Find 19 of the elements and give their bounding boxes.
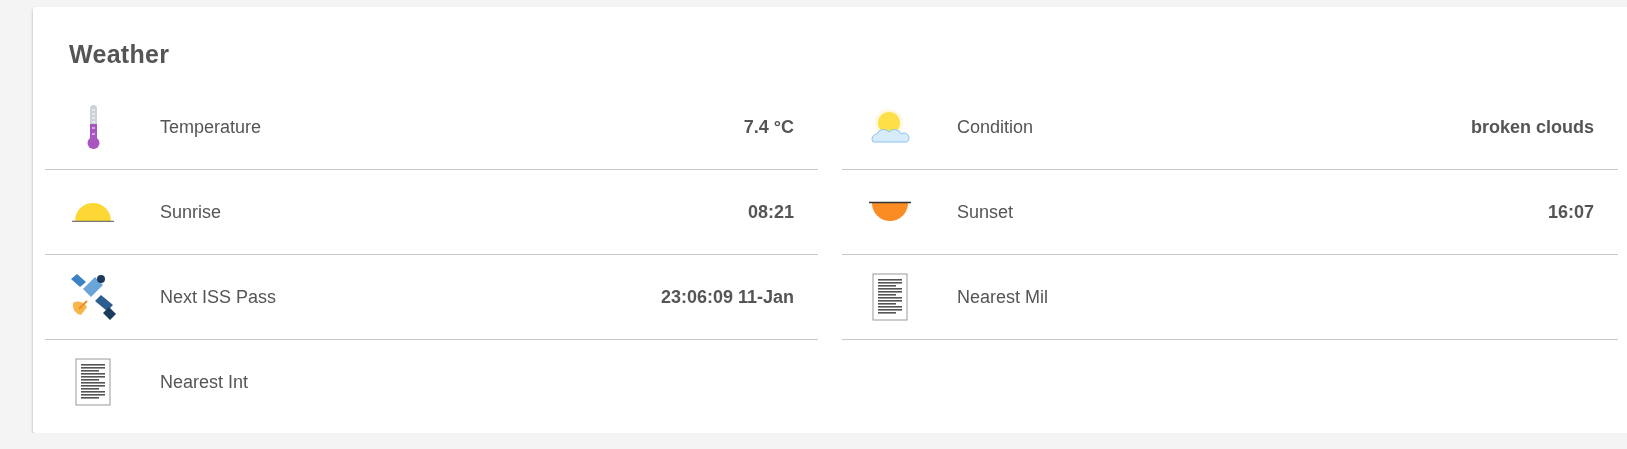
sunset-icon <box>868 201 912 223</box>
item-value: 23:06:09 11-Jan <box>660 286 794 308</box>
item-label: Nearest Int <box>160 371 250 393</box>
item-value: 7.4 °C <box>743 116 794 138</box>
item-label: Sunrise <box>160 201 223 223</box>
satellite-icon <box>69 273 117 321</box>
item-label: Nearest Mil <box>957 286 1050 308</box>
card-title: Weather <box>68 39 170 70</box>
item-value: 08:21 <box>747 201 794 223</box>
thermometer-icon <box>86 104 100 150</box>
item-value: 16:07 <box>1547 201 1594 223</box>
sunrise-icon <box>71 202 115 222</box>
document-icon <box>872 273 908 321</box>
document-icon <box>75 358 111 406</box>
item-label: Next ISS Pass <box>160 286 278 308</box>
item-value: broken clouds <box>1470 116 1594 138</box>
item-label: Condition <box>957 116 1035 138</box>
item-label: Temperature <box>160 116 263 138</box>
item-label: Sunset <box>957 201 1015 223</box>
